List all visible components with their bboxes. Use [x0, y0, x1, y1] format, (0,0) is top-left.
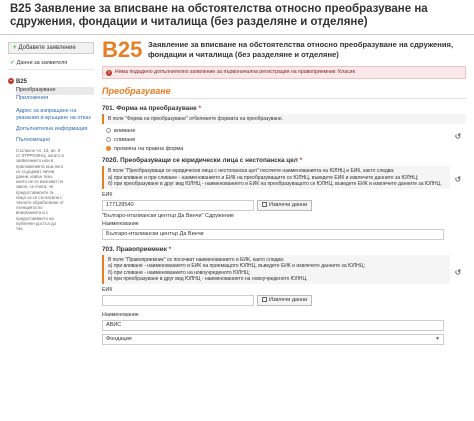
legal-form-select[interactable]: Фондация ▼ [102, 334, 444, 346]
field-701-options: ↺ вливане сливане промяна на правна форм… [102, 127, 466, 153]
form-title: Заявление за вписване на обстоятелства о… [148, 40, 454, 59]
field-702-block: ↺ В поле "Преобразуващи се юридически ли… [102, 166, 466, 190]
sidebar-legal-notice: Съгласно чл. 13, ал. 9 от ЗТРРЮЛНЦ, кога… [16, 148, 64, 232]
radio-merger-label: вливане [114, 128, 136, 135]
radio-change-legal-form-circle[interactable] [106, 146, 111, 152]
title-divider [0, 34, 474, 35]
fetch-data-label: Извлечи данни [269, 297, 308, 304]
sidebar-link-power-of-attorney[interactable]: Пълномощно [16, 137, 94, 144]
sidebar-item-applicant[interactable]: ✓ Данни за заявителя [8, 59, 94, 70]
check-icon: ✓ [10, 60, 15, 66]
field-703-info-line: в) при преобразуване в друг вид ЮЛНЦ - н… [108, 276, 308, 283]
radio-change-legal-form-label: промяна на правна форма [114, 146, 184, 153]
sidebar-link-additional-info[interactable]: Допълнителна информация [16, 126, 94, 133]
radio-merger-circle[interactable] [106, 128, 111, 134]
sidebar-sub-transformation[interactable]: Преобразуване [16, 87, 94, 95]
field-702-eik-label: ЕИК [102, 192, 113, 199]
field-702-info-line: б) при преобразуване в друг вид ЮЛНЦ - н… [108, 180, 442, 187]
alert-icon: ! [106, 70, 112, 76]
radio-merger[interactable]: вливане [102, 127, 466, 135]
field-703-name-label: Наименование [102, 312, 139, 319]
fetch-data-label: Извлечи данни [269, 202, 308, 209]
field-703-eik-row: Извлечи данни [102, 295, 466, 307]
radio-fusion-label: сливане [114, 137, 136, 144]
sidebar-link-address[interactable]: Адрес за изпращане на указания и връщане… [16, 108, 94, 122]
name-input[interactable]: АВИС [102, 320, 444, 332]
name-input[interactable]: Българо-италиански център Да Винчи [102, 229, 444, 241]
fetch-icon [262, 202, 267, 208]
field-702-info: В поле "Преобразуващи се юридически лица… [102, 166, 450, 190]
sidebar-links: Адрес за изпращане на указания и връщане… [16, 108, 94, 144]
main-content: B25 Заявление за вписване на обстоятелст… [102, 38, 466, 346]
field-703-title: 703. Правоприемник * [102, 245, 466, 254]
eik-input[interactable] [102, 295, 254, 307]
field-703-title-text: 703. Правоприемник [102, 246, 167, 254]
field-702-entity-text: "Българо-италиански център Да Винчи" Сдр… [102, 213, 234, 220]
sidebar-sub-attachments[interactable]: Приложения [16, 95, 94, 103]
radio-fusion[interactable]: сливане [102, 136, 466, 144]
required-mark: * [168, 246, 172, 254]
required-mark: * [198, 105, 201, 112]
sidebar-item-b25[interactable]: – B25 [8, 78, 94, 87]
error-alert: ! Няма подадено допълнително заявление з… [102, 66, 466, 79]
page-title: B25 Заявление за вписване на обстоятелст… [10, 3, 428, 28]
radio-fusion-circle[interactable] [106, 137, 111, 143]
field-701-title: 701. Форма на преобразуване * [102, 104, 466, 113]
field-703-info: В поле "Правоприемник" се посочват наиме… [102, 255, 450, 285]
error-icon: – [8, 78, 14, 85]
fetch-data-button[interactable]: Извлечи данни [257, 295, 313, 307]
fetch-icon [262, 297, 267, 303]
field-702-title-text: 702б. Преобразуващи се юридически лица с… [102, 157, 298, 165]
radio-change-legal-form[interactable]: промяна на правна форма [102, 145, 466, 153]
add-application-button[interactable]: + Добавете заявление [8, 42, 94, 54]
plus-icon: + [13, 45, 17, 51]
field-703-block: ↺ В поле "Правоприемник" се посочват наи… [102, 255, 466, 285]
field-703-eik-label: ЕИК [102, 287, 113, 294]
add-application-label: Добавете заявление [18, 45, 76, 51]
section-title: Преобразуване [102, 85, 466, 99]
form-header: B25 Заявление за вписване на обстоятелст… [102, 38, 466, 62]
alert-text: Няма подадено допълнително заявление за … [115, 69, 355, 75]
form-code: B25 [102, 37, 143, 62]
field-702-name-label: Наименование [102, 221, 139, 228]
fetch-data-button[interactable]: Извлечи данни [257, 200, 313, 212]
field-702-eik-row: 177128540 Извлечи данни [102, 200, 466, 212]
required-mark: * [299, 157, 303, 165]
legal-form-value: Фондация [106, 336, 132, 343]
field-702-info-line: а) при вливане и при сливане - наименова… [108, 174, 419, 181]
sidebar-item-applicant-label: Данни за заявителя [16, 60, 68, 66]
reset-icon[interactable]: ↺ [454, 269, 462, 277]
chevron-down-icon: ▼ [435, 336, 440, 343]
field-701-title-text: 701. Форма на преобразуване [102, 105, 197, 112]
sidebar: + Добавете заявление ✓ Данни за заявителя … [8, 42, 94, 231]
sidebar-item-b25-label: B25 [16, 79, 28, 85]
reset-icon[interactable]: ↺ [454, 176, 462, 184]
field-701-info: В поле "Форма на преобразуване" отбележе… [102, 114, 466, 125]
field-702-title: 702б. Преобразуващи се юридически лица с… [102, 156, 466, 165]
eik-input[interactable]: 177128540 [102, 200, 254, 212]
